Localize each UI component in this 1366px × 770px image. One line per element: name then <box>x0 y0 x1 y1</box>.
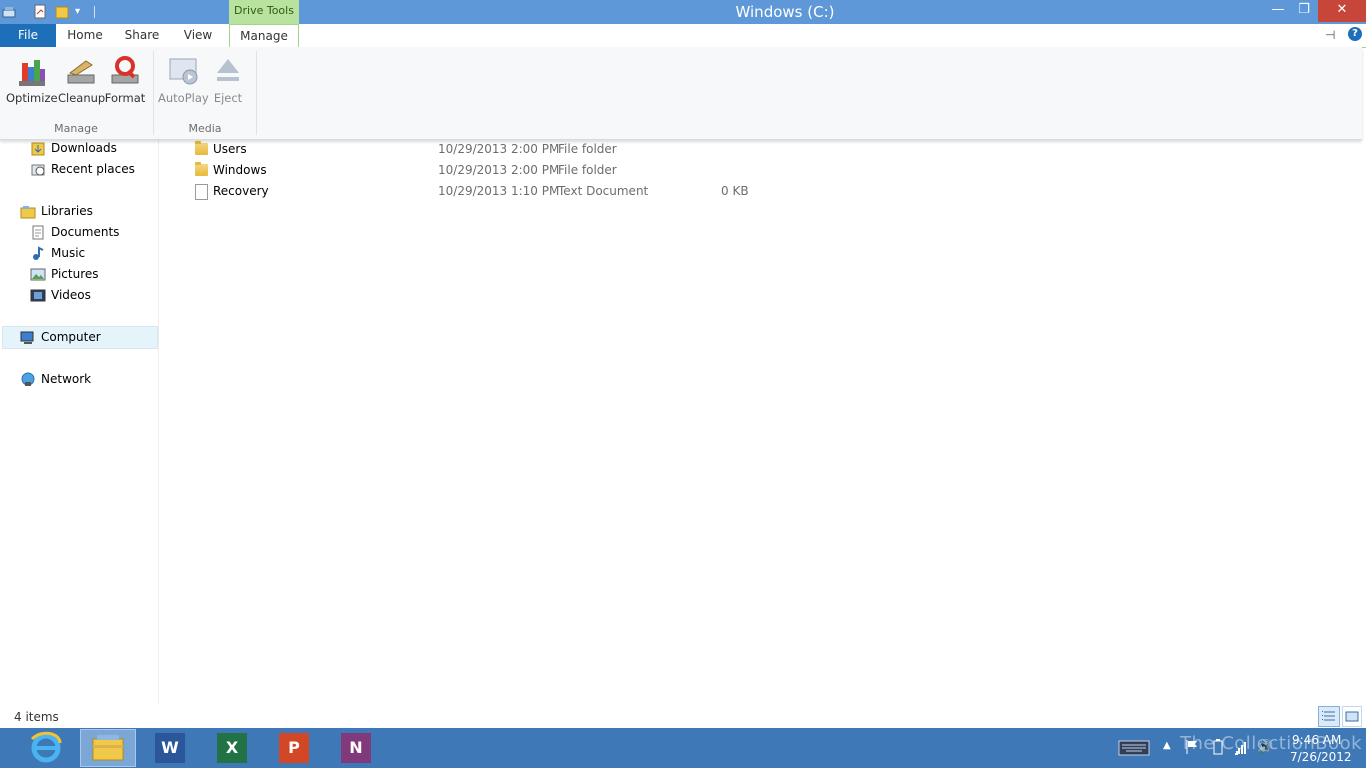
recent-places-icon <box>30 162 46 177</box>
window-title: Windows (C:) <box>735 3 835 21</box>
tab-manage[interactable]: Manage <box>229 24 299 48</box>
file-type: File folder <box>558 142 617 156</box>
file-explorer-icon <box>92 735 124 761</box>
details-view-icon <box>1322 711 1335 721</box>
large-icons-view-icon <box>1345 711 1359 722</box>
powerpoint-icon: P <box>279 733 309 763</box>
optimize-label: Optimize <box>6 91 58 105</box>
taskbar-powerpoint[interactable]: P <box>266 729 322 767</box>
file-date: 10/29/2013 1:10 PM <box>438 184 560 198</box>
restore-icon: ❐ <box>1298 2 1310 17</box>
file-row[interactable]: Recovery 10/29/2013 1:10 PM Text Documen… <box>190 181 790 202</box>
eject-icon <box>211 55 245 87</box>
optimize-icon <box>14 55 48 87</box>
excel-icon: X <box>217 733 247 763</box>
battery-icon[interactable] <box>1213 739 1223 758</box>
clock-time[interactable]: 9:46 AM <box>1292 733 1341 747</box>
eject-label: Eject <box>213 91 243 105</box>
file-size: 0 KB <box>721 184 749 198</box>
nav-label: Documents <box>51 225 120 239</box>
show-hidden-icons-icon[interactable]: ▲ <box>1163 740 1171 751</box>
cleanup-label: Cleanup <box>58 91 106 105</box>
network-icon <box>20 372 36 387</box>
status-item-count: 4 items <box>14 710 59 724</box>
nav-label: Network <box>41 372 92 386</box>
optimize-button[interactable]: Optimize <box>6 55 58 105</box>
folder-icon <box>195 141 208 155</box>
cleanup-button[interactable]: Cleanup <box>58 55 106 105</box>
onenote-icon: N <box>341 733 371 763</box>
file-name: Users <box>213 142 247 156</box>
large-icons-view-button[interactable] <box>1342 706 1362 727</box>
autoplay-icon <box>166 55 200 87</box>
action-center-flag-icon[interactable] <box>1185 739 1199 758</box>
nav-label: Libraries <box>41 204 93 218</box>
internet-explorer-icon <box>30 731 62 763</box>
eject-button[interactable]: Eject <box>208 55 248 105</box>
format-button[interactable]: Format <box>104 55 146 105</box>
group-label-media: Media <box>188 122 222 135</box>
file-row[interactable]: Windows 10/29/2013 2:00 PM File folder <box>190 160 790 181</box>
group-label-manage: Manage <box>54 122 98 135</box>
taskbar-onenote[interactable]: N <box>328 729 384 767</box>
pin-ribbon-icon[interactable]: ⊣ <box>1325 28 1335 42</box>
ribbon-panel: Optimize Cleanup Format Manage AutoPlay … <box>0 47 1362 140</box>
volume-icon[interactable]: 🔊 <box>1257 740 1273 755</box>
file-name: Recovery <box>213 184 269 198</box>
nav-label: Computer <box>41 330 101 344</box>
close-button[interactable]: ✕ <box>1318 0 1366 22</box>
close-icon: ✕ <box>1336 2 1348 17</box>
pictures-icon <box>30 267 46 282</box>
taskbar-internet-explorer[interactable] <box>18 729 74 767</box>
cleanup-icon <box>64 55 98 87</box>
tab-file[interactable]: File <box>0 24 56 47</box>
touch-keyboard-icon[interactable] <box>1118 738 1150 758</box>
autoplay-button[interactable]: AutoPlay <box>158 55 209 105</box>
taskbar-word[interactable]: W <box>142 729 198 767</box>
libraries-icon <box>20 204 36 219</box>
tab-share[interactable]: Share <box>120 24 164 47</box>
downloads-icon <box>30 141 46 156</box>
word-icon: W <box>155 733 185 763</box>
group-separator <box>256 51 257 135</box>
text-document-icon <box>195 184 208 200</box>
autoplay-label: AutoPlay <box>158 91 209 105</box>
clock-date[interactable]: 7/26/2012 <box>1290 750 1352 764</box>
nav-label: Music <box>51 246 86 260</box>
file-date: 10/29/2013 2:00 PM <box>438 163 560 177</box>
nav-label: Videos <box>51 288 91 302</box>
file-type: File folder <box>558 163 617 177</box>
minimize-icon: — <box>1271 2 1285 17</box>
documents-icon <box>30 225 46 240</box>
format-label: Format <box>104 91 146 105</box>
nav-label: Pictures <box>51 267 99 281</box>
tab-home[interactable]: Home <box>62 24 108 47</box>
videos-icon <box>30 288 46 303</box>
music-icon <box>30 246 46 261</box>
file-date: 10/29/2013 2:00 PM <box>438 142 560 156</box>
taskbar-excel[interactable]: X <box>204 729 260 767</box>
file-type: Text Document <box>558 184 649 198</box>
nav-label: Downloads <box>51 141 117 155</box>
taskbar-file-explorer[interactable] <box>80 729 136 767</box>
file-row[interactable]: Users 10/29/2013 2:00 PM File folder <box>190 139 790 160</box>
folder-icon <box>195 162 208 176</box>
help-icon[interactable]: ? <box>1348 27 1362 41</box>
format-icon <box>108 55 142 87</box>
file-name: Windows <box>213 163 267 177</box>
network-signal-icon[interactable] <box>1233 740 1249 758</box>
tab-view[interactable]: View <box>178 24 218 47</box>
computer-icon <box>20 330 36 345</box>
nav-label: Recent places <box>51 162 135 176</box>
details-view-button[interactable] <box>1318 706 1340 727</box>
